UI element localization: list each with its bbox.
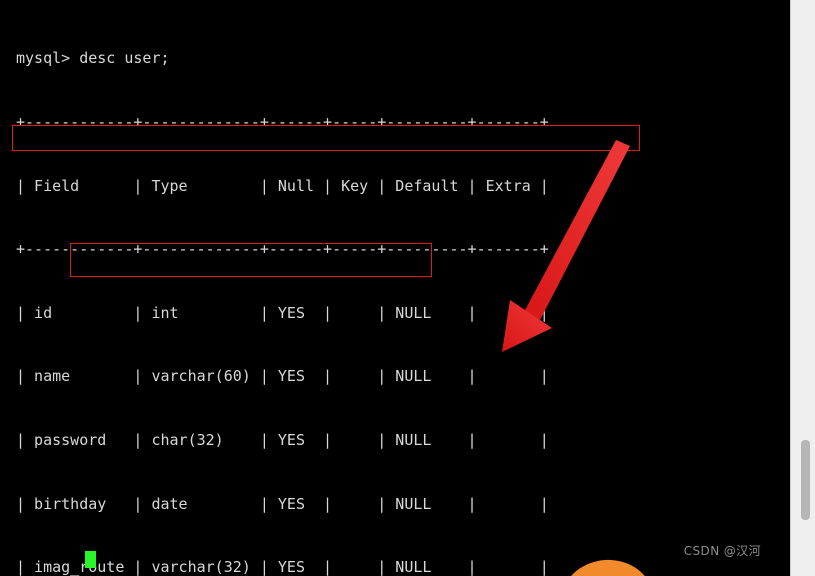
scrollbar-area[interactable] — [790, 0, 815, 576]
terminal-line: | password | char(32) | YES | | NULL | | — [16, 430, 549, 449]
terminal-output: mysql> desc user; +------------+--------… — [16, 6, 549, 576]
orange-decoration — [558, 556, 654, 576]
terminal-line: | birthday | date | YES | | NULL | | — [16, 494, 549, 513]
terminal-line: | id | int | YES | | NULL | | — [16, 303, 549, 322]
terminal-line: | Field | Type | Null | Key | Default | … — [16, 176, 549, 195]
terminal-cursor — [85, 551, 96, 568]
terminal-line: +------------+-------------+------+-----… — [16, 240, 549, 259]
terminal-line: mysql> desc user; — [16, 49, 170, 68]
terminal-line: +------------+-------------+------+-----… — [16, 113, 549, 131]
terminal-window[interactable]: mysql> desc user; +------------+--------… — [0, 0, 791, 576]
scrollbar-thumb[interactable] — [801, 440, 810, 520]
screenshot-root: mysql> desc user; +------------+--------… — [0, 0, 815, 576]
scrollbar-track[interactable] — [790, 0, 815, 576]
terminal-line: | name | varchar(60) | YES | | NULL | | — [16, 367, 549, 386]
watermark-label: CSDN @汉河 — [683, 544, 761, 558]
